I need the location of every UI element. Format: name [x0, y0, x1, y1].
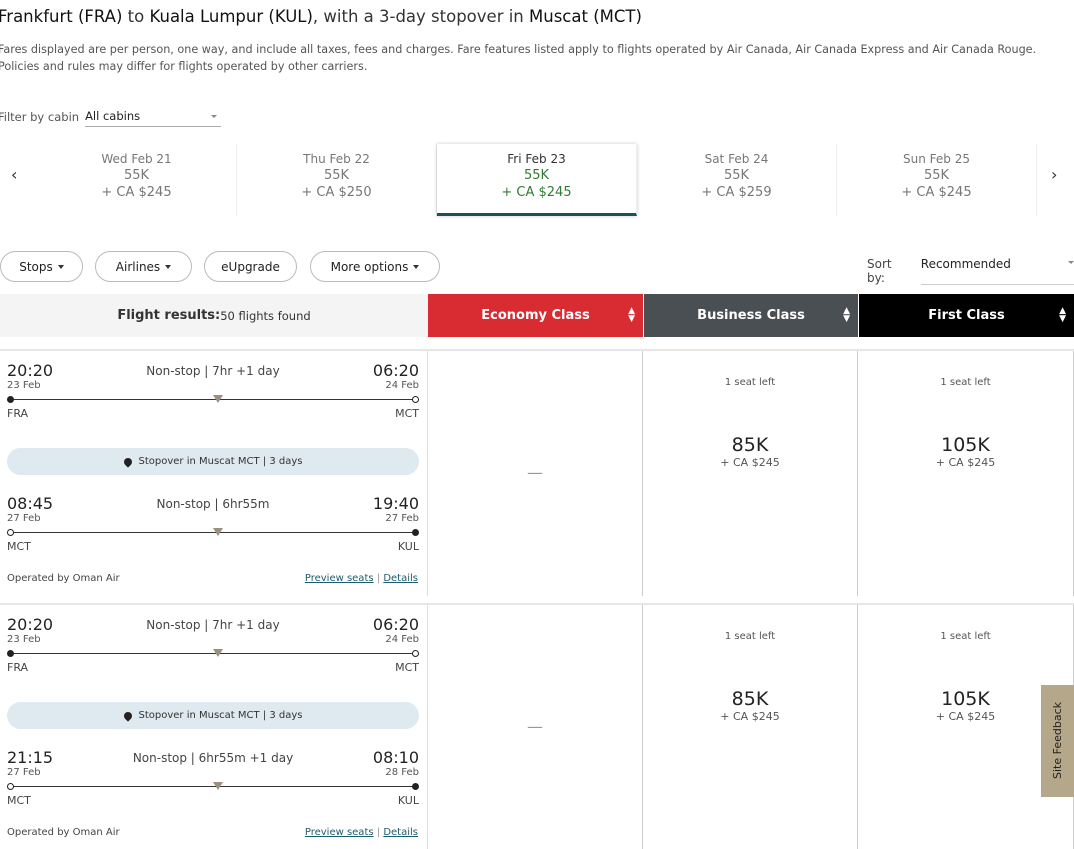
flight-segment: 21:15 27 Feb Non-stop | 6hr55m +1 day 08:10…	[7, 748, 419, 807]
arrival-dot-icon	[412, 396, 419, 403]
flight-row: 20:20 23 Feb Non-stop | 7hr +1 day 06:20 24 …	[0, 349, 1074, 596]
location-pin-icon	[121, 709, 134, 722]
economy-class-sort-header[interactable]: Economy Class ▲ ▼	[428, 294, 643, 337]
sort-control: Sort by: Recommended	[867, 257, 1074, 285]
departure-dot-icon	[7, 650, 14, 657]
stopover-banner: Stopover in Muscat MCT | 3 days	[7, 702, 419, 729]
preview-seats-link[interactable]: Preview seats	[305, 827, 374, 838]
first-class-sort-header[interactable]: First Class ▲ ▼	[859, 294, 1074, 337]
site-feedback-tab[interactable]: Site Feedback	[1041, 685, 1074, 797]
date-option[interactable]: Fri Feb 23 55K + CA $245	[437, 144, 637, 216]
plane-icon	[213, 649, 223, 657]
fare-disclaimer: Fares displayed are per person, one way,…	[0, 43, 1037, 73]
stopover-banner: Stopover in Muscat MCT | 3 days	[7, 448, 419, 475]
departure-dot-icon	[7, 783, 14, 790]
details-link[interactable]: Details	[383, 573, 418, 584]
sort-icon: ▲ ▼	[1059, 306, 1066, 324]
date-option[interactable]: Wed Feb 21 55K + CA $245	[37, 144, 237, 216]
flight-results-count: Flight results: 50 flights found	[0, 294, 428, 337]
date-carousel: Wed Feb 21 55K + CA $245 Thu Feb 22 55K + CA …	[37, 144, 1037, 216]
departure-dot-icon	[7, 396, 14, 403]
arrival-dot-icon	[412, 783, 419, 790]
itinerary: 20:20 23 Feb Non-stop | 7hr +1 day 06:20 24 …	[0, 605, 428, 849]
chevron-right-icon[interactable]: ›	[1051, 165, 1057, 184]
arrival-dot-icon	[412, 650, 419, 657]
economy-fare-cell: —	[428, 605, 643, 849]
date-option[interactable]: Sun Feb 25 55K + CA $245	[837, 144, 1037, 216]
location-pin-icon	[121, 455, 134, 468]
date-option[interactable]: Thu Feb 22 55K + CA $250	[237, 144, 437, 216]
flight-row: 20:20 23 Feb Non-stop | 7hr +1 day 06:20 24 …	[0, 603, 1074, 849]
airlines-filter-button[interactable]: Airlines	[95, 251, 192, 282]
caret-down-icon	[413, 265, 420, 272]
sort-icon: ▲ ▼	[843, 306, 850, 324]
cabin-filter-select[interactable]: All cabins	[85, 107, 222, 127]
business-class-sort-header[interactable]: Business Class ▲ ▼	[644, 294, 858, 337]
caret-down-icon	[165, 265, 172, 272]
page-title: Frankfurt (FRA) to Kuala Lumpur (KUL), w…	[0, 7, 642, 26]
flight-segment: 20:20 23 Feb Non-stop | 7hr +1 day 06:20 24 …	[7, 361, 419, 420]
arrival-dot-icon	[412, 529, 419, 536]
fare-cell[interactable]: 1 seat left 85K + CA $245	[643, 605, 858, 849]
preview-seats-link[interactable]: Preview seats	[305, 573, 374, 584]
eupgrade-filter-button[interactable]: eUpgrade	[204, 251, 297, 282]
plane-icon	[213, 528, 223, 536]
caret-down-icon	[57, 265, 64, 272]
flight-segment: 20:20 23 Feb Non-stop | 7hr +1 day 06:20 24 …	[7, 615, 419, 674]
plane-icon	[213, 782, 223, 790]
cabin-filter: Filter by cabin All cabins	[0, 107, 222, 127]
itinerary: 20:20 23 Feb Non-stop | 7hr +1 day 06:20 24 …	[0, 351, 428, 596]
fare-cell[interactable]: 1 seat left 105K + CA $245	[858, 351, 1074, 596]
more-options-button[interactable]: More options	[310, 251, 440, 282]
sort-icon: ▲ ▼	[628, 306, 635, 324]
stops-filter-button[interactable]: Stops	[0, 251, 83, 282]
chevron-left-icon[interactable]: ‹	[11, 165, 17, 184]
economy-fare-cell: —	[428, 351, 643, 596]
date-option[interactable]: Sat Feb 24 55K + CA $259	[637, 144, 837, 216]
fare-cell[interactable]: 1 seat left 85K + CA $245	[643, 351, 858, 596]
sort-select[interactable]: Recommended	[920, 257, 1074, 285]
plane-icon	[213, 395, 223, 403]
departure-dot-icon	[7, 529, 14, 536]
flight-segment: 08:45 27 Feb Non-stop | 6hr55m 19:40 27 Feb …	[7, 494, 419, 553]
details-link[interactable]: Details	[383, 827, 418, 838]
